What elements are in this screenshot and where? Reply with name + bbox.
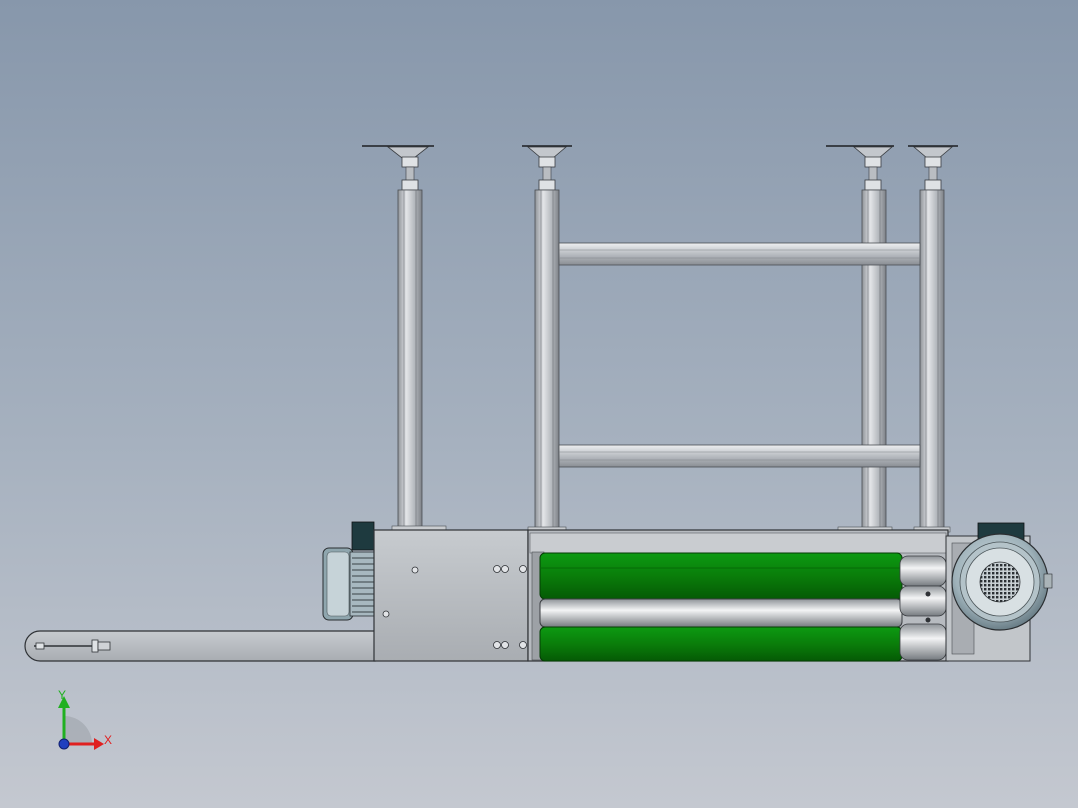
idler-rollers-right[interactable]	[899, 555, 947, 661]
fan-vent-grille	[979, 561, 1021, 603]
y-axis-label: Y	[58, 688, 66, 702]
cross-beam-upper[interactable]	[558, 242, 921, 266]
frame-post-3[interactable]	[861, 189, 887, 533]
leveling-foot-4[interactable]	[908, 145, 958, 191]
side-plate[interactable]	[373, 529, 529, 662]
cross-beam-lower[interactable]	[558, 444, 921, 468]
conveyor-assembly-model[interactable]: Y X	[0, 0, 1078, 808]
extension-arm[interactable]	[24, 630, 376, 662]
frame-post-2[interactable]	[534, 189, 560, 533]
drive-motor-left[interactable]	[322, 521, 377, 621]
conveyor-belt-upper[interactable]	[539, 552, 903, 600]
coordinate-triad: Y X	[58, 688, 112, 750]
conveyor-belt-lower[interactable]	[539, 626, 903, 662]
z-axis-dot	[58, 738, 70, 750]
frame-post-4[interactable]	[919, 189, 945, 533]
leveling-foot-3[interactable]	[826, 145, 894, 191]
cad-graphics-area[interactable]: Y X	[0, 0, 1078, 808]
conveyor-roller-middle[interactable]	[539, 598, 903, 628]
frame-post-1[interactable]	[397, 189, 423, 531]
x-axis-label: X	[104, 733, 112, 747]
leveling-foot-1[interactable]	[362, 145, 434, 191]
leveling-foot-2[interactable]	[522, 145, 572, 191]
